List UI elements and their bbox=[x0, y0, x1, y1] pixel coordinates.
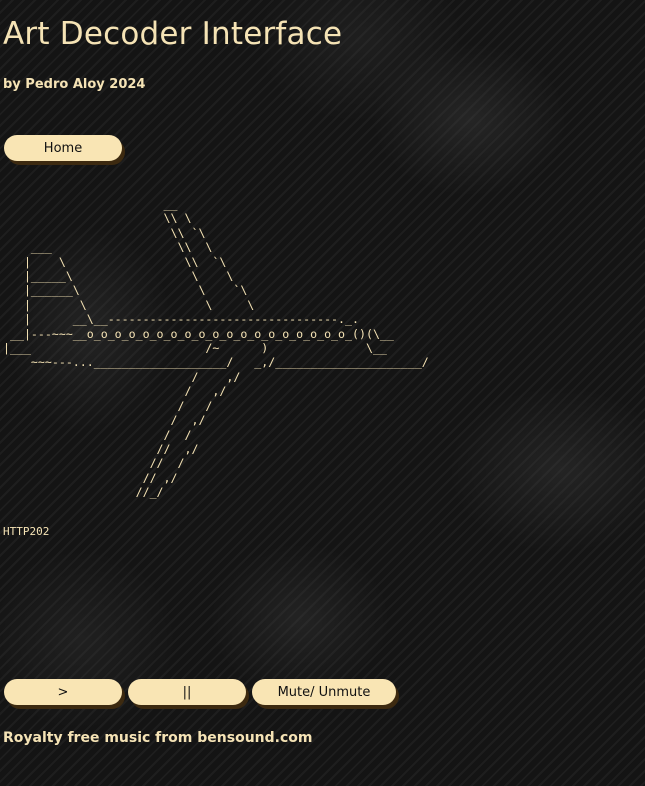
art-source-label: HTTP202 bbox=[3, 525, 50, 538]
play-button[interactable]: > bbox=[4, 679, 122, 705]
mute-unmute-button[interactable]: Mute/ Unmute bbox=[252, 679, 396, 705]
app-title: Art Decoder Interface bbox=[3, 16, 343, 52]
music-credit-text: Royalty free music from bensound.com bbox=[3, 730, 313, 746]
pause-button[interactable]: || bbox=[128, 679, 246, 705]
ascii-airplane-art: __ \\ \ \\ `\ ___ \\ \ | \ \\ `\ |_____\… bbox=[3, 197, 429, 500]
home-button[interactable]: Home bbox=[4, 135, 122, 161]
page-root: { "header": { "title": "Art Decoder Inte… bbox=[0, 0, 645, 786]
author-subtitle: by Pedro Aloy 2024 bbox=[3, 77, 146, 92]
